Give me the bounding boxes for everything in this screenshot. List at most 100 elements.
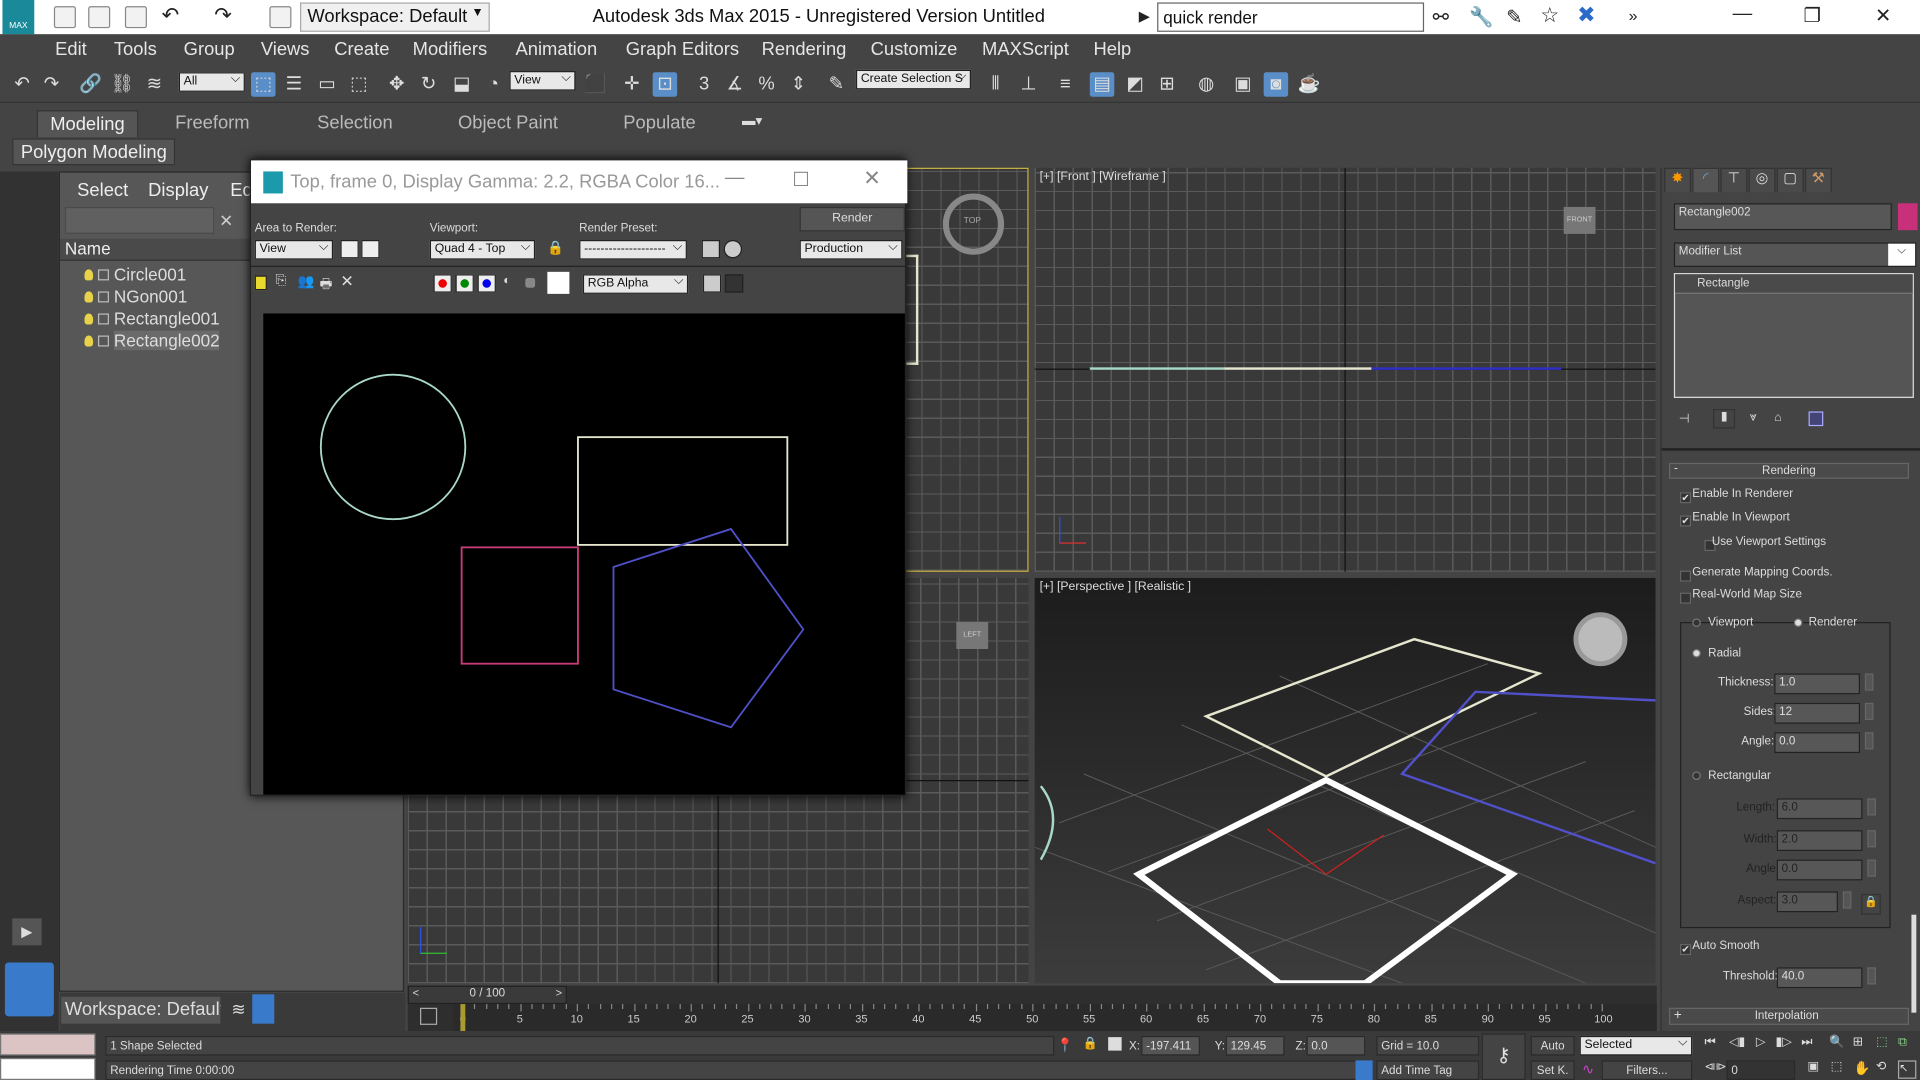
prev-frame-icon[interactable]: < — [413, 987, 419, 999]
undo-icon[interactable]: ↶ — [162, 4, 179, 28]
goto-end-icon[interactable]: ⏭ — [1801, 1036, 1812, 1049]
edit-region-icon[interactable] — [340, 240, 359, 259]
rendered-frame-window-icon[interactable]: ◙ — [1263, 72, 1289, 97]
viewport-front[interactable]: [+] [Front ] [Wireframe ] FRONT — [1034, 167, 1656, 572]
length-spinner[interactable] — [1867, 798, 1876, 816]
track-bar[interactable]: 0510152025303540455055606570758085909510… — [453, 1004, 1657, 1032]
current-frame-field[interactable]: 0 — [1726, 1060, 1796, 1080]
modify-tab-icon[interactable]: ◜ — [1692, 167, 1720, 193]
show-end-result-icon[interactable]: ▮ — [1713, 408, 1736, 429]
tab-populate[interactable]: Populate — [611, 110, 708, 136]
list-item[interactable]: Rectangle001 — [84, 309, 220, 331]
menu-edit[interactable]: Edit — [55, 39, 87, 60]
auto-key-button[interactable]: Auto — [1530, 1035, 1575, 1056]
menu-views[interactable]: Views — [261, 39, 310, 60]
zoom-extents-icon[interactable]: ⬚ — [1876, 1036, 1888, 1049]
star-icon[interactable]: ☆ — [1540, 4, 1559, 28]
maxscript-listener-pink[interactable] — [0, 1033, 96, 1056]
viewcube-perspective[interactable] — [1573, 612, 1628, 667]
key-mode-icon[interactable]: ⧏⧐ — [1704, 1060, 1726, 1073]
viewcube-top[interactable]: TOP — [942, 193, 1005, 255]
collapse-icon[interactable]: - — [1674, 462, 1678, 475]
z-coordinate-field[interactable]: 0.0 — [1306, 1035, 1366, 1056]
play-icon[interactable]: ▷ — [1756, 1036, 1765, 1049]
monochrome-icon[interactable] — [525, 277, 536, 288]
make-unique-icon[interactable]: ⩔ — [1750, 411, 1757, 424]
viewport-radio[interactable] — [1692, 618, 1701, 627]
render-setup-icon[interactable] — [701, 240, 721, 259]
key-filters-button[interactable]: Filters... — [1601, 1060, 1693, 1080]
aspect-lock-icon[interactable]: 🔒 — [1861, 893, 1881, 915]
light-bulb-icon[interactable] — [84, 291, 94, 303]
ribbon-options-icon[interactable]: ▬▾ — [742, 113, 762, 129]
key-filter-dropdown[interactable]: Selected — [1579, 1035, 1693, 1056]
remove-modifier-icon[interactable]: ⌂ — [1774, 411, 1781, 424]
selection-filter-dropdown[interactable]: All — [178, 72, 245, 92]
auto-region-icon[interactable] — [361, 240, 380, 259]
undo-icon[interactable]: ↶ — [10, 72, 34, 96]
angle2-spinner[interactable] — [1867, 859, 1876, 877]
open-file-icon[interactable] — [88, 6, 111, 29]
minimize-button[interactable]: — — [725, 168, 745, 190]
zoom-all-icon[interactable]: ⊞ — [1853, 1036, 1863, 1049]
time-slider[interactable]: < 0 / 100 > — [407, 985, 567, 1005]
menu-tools[interactable]: Tools — [114, 39, 157, 60]
length-input[interactable]: 6.0 — [1776, 798, 1863, 820]
curve-editor-icon[interactable]: ◩ — [1123, 72, 1147, 96]
layer-manager-icon[interactable]: ≡ — [1053, 72, 1077, 96]
viewcube-left[interactable]: LEFT — [956, 622, 989, 649]
green-channel-toggle[interactable] — [455, 274, 474, 293]
polygon-modeling-panel[interactable]: Polygon Modeling — [12, 138, 176, 166]
light-bulb-icon[interactable] — [84, 313, 94, 325]
area-to-render-dropdown[interactable]: View — [254, 240, 334, 260]
keyboard-shortcut-toggle-icon[interactable]: ⊡ — [652, 72, 678, 97]
next-key-icon[interactable]: ▮▷ — [1776, 1036, 1792, 1049]
close-button[interactable]: ✕ — [863, 167, 880, 191]
workspace-explorer-dropdown[interactable]: Workspace: Default — [61, 996, 221, 1024]
swatch[interactable] — [547, 271, 570, 294]
save-image-icon[interactable] — [254, 275, 267, 291]
enable-in-renderer-checkbox[interactable]: ✔ — [1680, 492, 1692, 504]
scale-icon[interactable]: ⬓ — [449, 72, 473, 96]
expand-icon[interactable]: + — [1674, 1008, 1682, 1023]
align-icon[interactable]: ⊥ — [1016, 72, 1040, 96]
search-arrow-icon[interactable]: ▶ — [1139, 7, 1150, 24]
angle-spinner[interactable] — [1864, 732, 1874, 750]
zoom-extents-all-icon[interactable]: ⧉ — [1898, 1036, 1907, 1049]
object-color-swatch[interactable] — [1897, 203, 1918, 231]
toggle-ui-overlay-icon[interactable] — [702, 274, 722, 293]
explorer-menu-select[interactable]: Select — [77, 180, 128, 201]
viewcube-front[interactable]: FRONT — [1563, 206, 1596, 234]
render-setup-icon[interactable]: ▣ — [1231, 72, 1255, 96]
redo-icon[interactable]: ↷ — [39, 72, 63, 96]
create-tab-icon[interactable]: ✸ — [1664, 167, 1692, 193]
sides-input[interactable]: 12 — [1774, 702, 1861, 724]
menu-modifiers[interactable]: Modifiers — [413, 39, 488, 60]
clear-search-icon[interactable]: ✕ — [219, 211, 233, 232]
radial-radio[interactable] — [1692, 648, 1701, 658]
snaps-toggle-icon[interactable]: 3 — [692, 72, 716, 96]
binoculars-icon[interactable]: ⚯ — [1433, 5, 1449, 29]
maximize-button[interactable]: ☐ — [792, 168, 810, 192]
key-icon[interactable]: 🔧 — [1469, 5, 1493, 29]
render-mode-dropdown[interactable]: Production — [799, 240, 903, 260]
place-icon[interactable]: ◔ — [481, 72, 505, 96]
absolute-mode-icon[interactable] — [1108, 1037, 1122, 1051]
aspect-spinner[interactable] — [1842, 891, 1852, 909]
set-key-icon[interactable]: ⚷ — [1481, 1033, 1526, 1080]
spinner-snap-icon[interactable]: ⇕ — [786, 72, 810, 96]
threshold-spinner[interactable] — [1867, 967, 1876, 985]
bind-spacewarp-icon[interactable]: ≋ — [142, 72, 166, 96]
viewport-perspective[interactable]: [+] [Perspective ] [Realistic ] — [1034, 577, 1656, 984]
add-time-tag-button[interactable]: Add Time Tag — [1376, 1060, 1480, 1080]
redo-icon[interactable]: ↷ — [214, 4, 231, 28]
new-file-icon[interactable] — [53, 6, 76, 29]
toggle-ui-icon[interactable] — [724, 274, 744, 293]
mirror-icon[interactable]: ⫴ — [983, 72, 1007, 96]
thickness-spinner[interactable] — [1864, 673, 1874, 691]
window-crossing-icon[interactable]: ⬚ — [347, 72, 371, 96]
menu-maxscript[interactable]: MAXScript — [982, 39, 1069, 60]
menu-rendering[interactable]: Rendering — [762, 39, 847, 60]
explorer-menu-display[interactable]: Display — [148, 180, 208, 201]
light-bulb-icon[interactable] — [84, 269, 94, 281]
